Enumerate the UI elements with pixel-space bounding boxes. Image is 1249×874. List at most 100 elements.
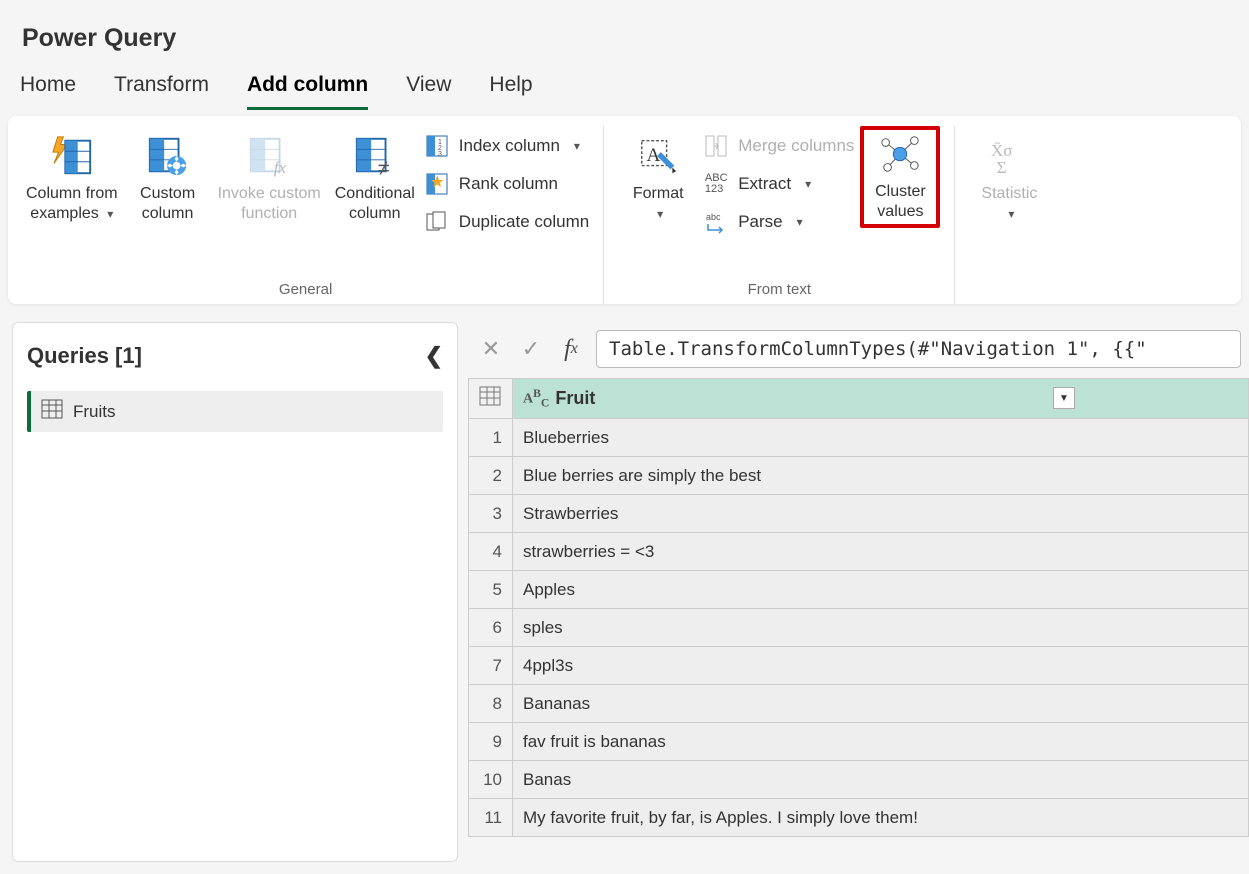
table-row[interactable]: 8Bananas bbox=[469, 685, 1249, 723]
menu-help[interactable]: Help bbox=[489, 67, 532, 110]
row-number[interactable]: 4 bbox=[469, 533, 513, 571]
table-row[interactable]: 9fav fruit is bananas bbox=[469, 723, 1249, 761]
text-type-icon: ABC bbox=[523, 387, 549, 409]
index-column-button[interactable]: 123 Index column ▾ bbox=[425, 134, 589, 158]
statistics-label: Statistic▾ bbox=[981, 184, 1037, 224]
query-item-label: Fruits bbox=[73, 402, 116, 422]
cluster-values-icon bbox=[878, 132, 922, 176]
custom-column-button[interactable]: Custom column bbox=[128, 126, 208, 224]
duplicate-column-button[interactable]: Duplicate column bbox=[425, 210, 589, 234]
row-number[interactable]: 10 bbox=[469, 761, 513, 799]
format-label: Format▾ bbox=[633, 184, 684, 224]
app-title: Power Query bbox=[0, 0, 1249, 67]
queries-title: Queries [1] bbox=[27, 343, 142, 369]
svg-text:fx: fx bbox=[274, 158, 287, 177]
lightning-table-icon bbox=[50, 134, 94, 178]
table-row[interactable]: 74ppl3s bbox=[469, 647, 1249, 685]
table-row[interactable]: 3Strawberries bbox=[469, 495, 1249, 533]
chevron-down-icon: ▾ bbox=[574, 139, 580, 153]
ribbon-group-statistics: X̄σΣ Statistic▾ bbox=[955, 126, 1063, 304]
table-row[interactable]: 1Blueberries bbox=[469, 419, 1249, 457]
conditional-column-icon: ≠ bbox=[353, 134, 397, 178]
cell-value[interactable]: My favorite fruit, by far, is Apples. I … bbox=[513, 799, 1249, 837]
row-number[interactable]: 5 bbox=[469, 571, 513, 609]
formula-bar: ✕ ✓ fx bbox=[468, 322, 1249, 378]
table-icon bbox=[41, 399, 63, 424]
row-number[interactable]: 11 bbox=[469, 799, 513, 837]
content-area: ✕ ✓ fx ABC Fruit ▼ bbox=[468, 322, 1249, 862]
index-column-label: Index column bbox=[459, 136, 560, 156]
parse-button[interactable]: abc Parse ▾ bbox=[704, 210, 854, 234]
cell-value[interactable]: Banas bbox=[513, 761, 1249, 799]
rank-column-button[interactable]: Rank column bbox=[425, 172, 589, 196]
menu-add-column[interactable]: Add column bbox=[247, 67, 368, 110]
table-row[interactable]: 4strawberries = <3 bbox=[469, 533, 1249, 571]
cluster-values-label: Cluster values bbox=[875, 182, 926, 222]
chevron-down-icon: ▾ bbox=[657, 207, 663, 221]
menu-home[interactable]: Home bbox=[20, 67, 76, 110]
svg-text:abc: abc bbox=[706, 212, 721, 222]
table-row[interactable]: 10Banas bbox=[469, 761, 1249, 799]
table-row[interactable]: 2Blue berries are simply the best bbox=[469, 457, 1249, 495]
row-number[interactable]: 6 bbox=[469, 609, 513, 647]
invoke-function-icon: fx bbox=[247, 134, 291, 178]
column-filter-button[interactable]: ▼ bbox=[1053, 387, 1075, 409]
ribbon: Column from examples ▾ Custom column bbox=[8, 116, 1241, 304]
chevron-down-icon: ▾ bbox=[805, 177, 811, 191]
column-from-examples-label: Column from examples ▾ bbox=[26, 184, 118, 224]
cell-value[interactable]: Blue berries are simply the best bbox=[513, 457, 1249, 495]
menu-transform[interactable]: Transform bbox=[114, 67, 209, 110]
row-number[interactable]: 3 bbox=[469, 495, 513, 533]
conditional-column-label: Conditional column bbox=[335, 184, 415, 224]
select-all-cell[interactable] bbox=[469, 379, 513, 419]
query-item-fruits[interactable]: Fruits bbox=[27, 391, 443, 432]
svg-text:Σ: Σ bbox=[997, 158, 1007, 177]
column-from-examples-button[interactable]: Column from examples ▾ bbox=[22, 126, 122, 224]
chevron-down-icon: ▾ bbox=[797, 215, 803, 229]
cell-value[interactable]: 4ppl3s bbox=[513, 647, 1249, 685]
chevron-down-icon: ▾ bbox=[1008, 207, 1014, 221]
group-label-from-text: From text bbox=[618, 277, 940, 304]
row-number[interactable]: 7 bbox=[469, 647, 513, 685]
row-number[interactable]: 1 bbox=[469, 419, 513, 457]
format-icon: A bbox=[636, 134, 680, 178]
format-button[interactable]: A Format▾ bbox=[618, 126, 698, 224]
svg-text:≠: ≠ bbox=[378, 157, 390, 178]
row-number[interactable]: 2 bbox=[469, 457, 513, 495]
statistics-icon: X̄σΣ bbox=[987, 134, 1031, 178]
cell-value[interactable]: Blueberries bbox=[513, 419, 1249, 457]
parse-label: Parse bbox=[738, 212, 782, 232]
custom-column-label: Custom column bbox=[140, 184, 195, 224]
table-row[interactable]: 5Apples bbox=[469, 571, 1249, 609]
row-number[interactable]: 8 bbox=[469, 685, 513, 723]
chevron-down-icon: ▾ bbox=[107, 207, 113, 221]
svg-text:X̄σ: X̄σ bbox=[991, 141, 1013, 160]
cell-value[interactable]: Strawberries bbox=[513, 495, 1249, 533]
cell-value[interactable]: strawberries = <3 bbox=[513, 533, 1249, 571]
collapse-panel-button[interactable]: ❮ bbox=[425, 343, 443, 369]
column-header-fruit[interactable]: ABC Fruit ▼ bbox=[513, 379, 1249, 419]
custom-column-icon bbox=[146, 134, 190, 178]
index-column-icon: 123 bbox=[425, 134, 449, 158]
extract-button[interactable]: ABC123 Extract ▾ bbox=[704, 172, 854, 196]
statistics-button[interactable]: X̄σΣ Statistic▾ bbox=[969, 126, 1049, 224]
queries-panel: Queries [1] ❮ Fruits bbox=[12, 322, 458, 862]
table-row[interactable]: 11My favorite fruit, by far, is Apples. … bbox=[469, 799, 1249, 837]
conditional-column-button[interactable]: ≠ Conditional column bbox=[331, 126, 419, 224]
invoke-function-label: Invoke custom function bbox=[218, 184, 321, 224]
cluster-values-button[interactable]: Cluster values bbox=[860, 126, 940, 228]
cancel-formula-button[interactable]: ✕ bbox=[476, 334, 506, 364]
ribbon-group-from-text: A Format▾ Merge columns ABC123 Extract bbox=[604, 126, 955, 304]
accept-formula-button[interactable]: ✓ bbox=[516, 334, 546, 364]
cell-value[interactable]: fav fruit is bananas bbox=[513, 723, 1249, 761]
group-label-general: General bbox=[22, 277, 589, 304]
cell-value[interactable]: sples bbox=[513, 609, 1249, 647]
formula-input[interactable] bbox=[596, 330, 1241, 368]
cell-value[interactable]: Apples bbox=[513, 571, 1249, 609]
parse-icon: abc bbox=[704, 210, 728, 234]
cell-value[interactable]: Bananas bbox=[513, 685, 1249, 723]
svg-text:3: 3 bbox=[438, 151, 442, 158]
table-row[interactable]: 6sples bbox=[469, 609, 1249, 647]
menu-view[interactable]: View bbox=[406, 67, 451, 110]
row-number[interactable]: 9 bbox=[469, 723, 513, 761]
